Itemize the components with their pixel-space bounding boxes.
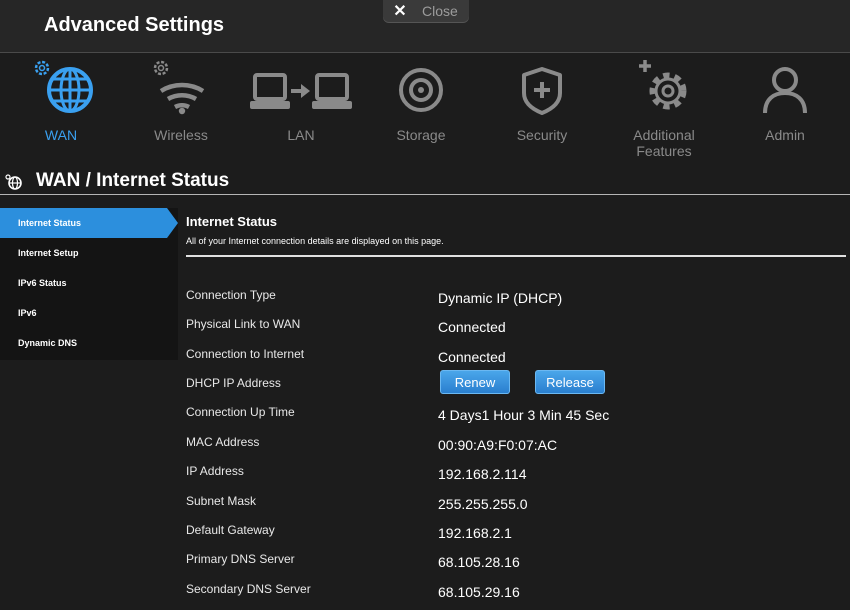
status-row-ip-address: IP Address 192.168.2.114 <box>186 464 826 484</box>
user-icon <box>763 67 807 114</box>
status-row-mac-address: MAC Address 00:90:A9:F0:07:AC <box>186 435 826 455</box>
row-label: Secondary DNS Server <box>186 582 311 596</box>
row-label: Primary DNS Server <box>186 552 295 566</box>
gear-plus-icon <box>639 60 687 110</box>
status-row-secondary-dns: Secondary DNS Server 68.105.29.16 <box>186 582 826 602</box>
row-value: 192.168.2.1 <box>438 525 512 541</box>
nav-label-additional-features: Additional Features <box>633 127 695 159</box>
renew-button[interactable]: Renew <box>440 370 510 394</box>
row-label: Subnet Mask <box>186 494 257 508</box>
nav-item-additional-features[interactable]: Additional Features <box>604 53 724 159</box>
nav-item-wan[interactable]: WAN <box>1 53 121 153</box>
close-icon: ✕ <box>393 3 407 20</box>
nav-item-storage[interactable]: Storage <box>361 53 481 153</box>
nav-label-lan: LAN <box>287 127 315 143</box>
globe-icon <box>34 60 93 113</box>
row-value: 192.168.2.114 <box>438 466 527 482</box>
row-value: 68.105.29.16 <box>438 584 520 600</box>
nav-item-security[interactable]: Security <box>482 53 602 153</box>
release-button[interactable]: Release <box>535 370 605 394</box>
nav-label-admin: Admin <box>765 127 805 143</box>
sidebar-item-ipv6-status[interactable]: IPv6 Status <box>0 268 178 298</box>
row-label: Connection to Internet <box>186 347 305 361</box>
status-row-up-time: Connection Up Time 4 Days1 Hour 3 Min 45… <box>186 405 826 425</box>
row-label: Connection Up Time <box>186 405 295 419</box>
sidebar: Internet Status Internet Setup IPv6 Stat… <box>0 208 178 360</box>
status-row-default-gateway: Default Gateway 192.168.2.1 <box>186 523 826 543</box>
row-label: Connection Type <box>186 288 276 302</box>
status-row-dhcp-ip: DHCP IP Address Renew Release <box>186 370 826 396</box>
row-value: Connected <box>438 319 506 335</box>
sidebar-item-ipv6[interactable]: IPv6 <box>0 298 178 328</box>
close-label: Close <box>422 3 458 19</box>
lan-icon <box>250 73 352 109</box>
nav-label-security: Security <box>516 127 568 143</box>
row-label: Physical Link to WAN <box>186 317 301 331</box>
top-nav: WAN Wireless LAN Storage Security Additi… <box>0 53 850 163</box>
gear-small-icon <box>34 60 50 76</box>
row-value: 68.105.28.16 <box>438 554 520 570</box>
app-title: Advanced Settings <box>44 14 225 36</box>
wifi-icon <box>153 60 205 115</box>
nav-item-wireless[interactable]: Wireless <box>121 53 241 153</box>
sidebar-item-internet-status[interactable]: Internet Status <box>0 208 178 238</box>
divider <box>186 255 846 257</box>
storage-icon <box>399 68 443 112</box>
sidebar-item-dynamic-dns[interactable]: Dynamic DNS <box>0 328 178 358</box>
nav-label-wan: WAN <box>44 127 78 143</box>
section-header: WAN / Internet Status <box>0 168 850 195</box>
nav-item-lan[interactable]: LAN <box>241 53 361 153</box>
row-value: Connected <box>438 349 506 365</box>
nav-item-admin[interactable]: Admin <box>725 53 845 153</box>
page-title: WAN / Internet Status <box>36 170 230 191</box>
panel-description: All of your Internet connection details … <box>186 236 444 246</box>
shield-icon <box>522 67 562 115</box>
status-row-connection-type: Connection Type Dynamic IP (DHCP) <box>186 288 826 308</box>
status-row-physical-link: Physical Link to WAN Connected <box>186 317 826 337</box>
close-button[interactable]: ✕ Close <box>383 0 469 22</box>
row-label: DHCP IP Address <box>186 376 281 390</box>
row-value: 00:90:A9:F0:07:AC <box>438 437 558 453</box>
row-value: Dynamic IP (DHCP) <box>438 290 563 306</box>
row-label: MAC Address <box>186 435 260 449</box>
nav-label-storage: Storage <box>396 127 446 143</box>
panel-title: Internet Status <box>186 214 278 229</box>
row-label: IP Address <box>186 464 244 478</box>
sidebar-item-internet-setup[interactable]: Internet Setup <box>0 238 178 268</box>
status-row-subnet-mask: Subnet Mask 255.255.255.0 <box>186 494 826 514</box>
row-value: 4 Days1 Hour 3 Min 45 Sec <box>438 407 610 423</box>
status-row-connection-internet: Connection to Internet Connected <box>186 347 826 367</box>
nav-label-wireless: Wireless <box>154 127 208 143</box>
row-value: 255.255.255.0 <box>438 496 528 512</box>
status-row-primary-dns: Primary DNS Server 68.105.28.16 <box>186 552 826 572</box>
row-label: Default Gateway <box>186 523 275 537</box>
globe-icon <box>5 174 22 190</box>
